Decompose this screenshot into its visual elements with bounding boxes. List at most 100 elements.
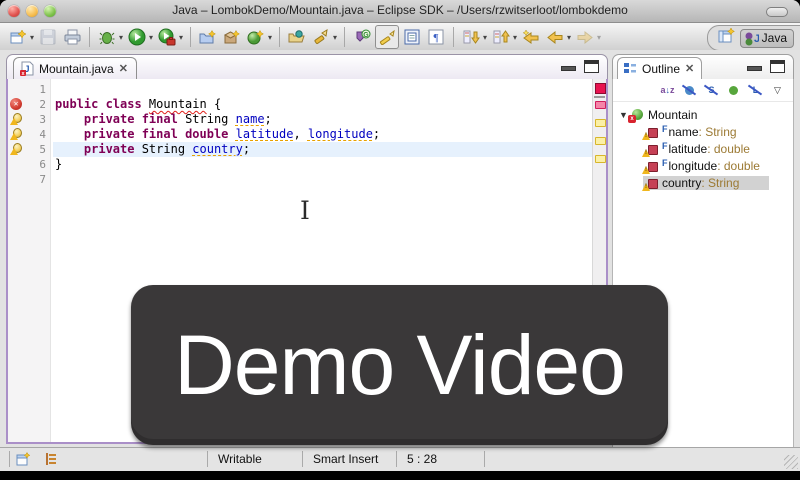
new-wizard-button[interactable]	[7, 26, 29, 48]
field-name: latitude	[669, 142, 708, 156]
sort-icon[interactable]: a↓z	[660, 83, 675, 97]
final-decorator: F	[662, 124, 668, 134]
java-file-icon: Jx	[20, 61, 34, 76]
field-type: : double	[707, 142, 750, 156]
status-bar: Writable Smart Insert 5 : 28	[0, 447, 800, 471]
code-line-4[interactable]: 4 private final double latitude, longitu…	[8, 127, 593, 142]
next-annotation-button[interactable]	[460, 26, 482, 48]
java-perspective-label: Java	[762, 31, 787, 45]
next-annotation-dropdown[interactable]: ▾	[481, 33, 489, 42]
code-line-7[interactable]: 7	[8, 172, 593, 187]
show-whitespace-button[interactable]: ¶	[425, 26, 447, 48]
show-source-button[interactable]	[401, 26, 423, 48]
run-button[interactable]	[126, 26, 148, 48]
outline-item-latitude[interactable]: Flatitude : double	[613, 140, 793, 157]
line-number: 1	[25, 82, 53, 97]
line-number: 2	[25, 97, 53, 112]
search-button[interactable]	[310, 26, 332, 48]
final-decorator: F	[662, 141, 668, 151]
line-number: 7	[25, 172, 53, 187]
final-decorator: F	[662, 158, 668, 168]
line-number: 6	[25, 157, 53, 172]
fast-view-icon[interactable]	[16, 452, 32, 466]
new-java-class-button[interactable]	[245, 26, 267, 48]
previous-annotation-button[interactable]	[490, 26, 512, 48]
hide-non-public-members-icon[interactable]	[726, 83, 741, 97]
window-resize-grip[interactable]	[784, 455, 798, 469]
editor-tab-close-icon[interactable]: ✕	[119, 62, 128, 75]
open-perspective-icon[interactable]	[718, 27, 736, 49]
outline-tab-bar: Outline ✕	[612, 54, 794, 82]
editor-tab-mountain-java[interactable]: Jx Mountain.java ✕	[13, 57, 137, 79]
private-field-icon	[643, 159, 659, 173]
save-button[interactable]	[37, 26, 59, 48]
outline-item-longitude[interactable]: Flongitude : double	[613, 157, 793, 174]
toolbar-toggle-button[interactable]	[766, 7, 788, 17]
forward-button[interactable]	[574, 26, 596, 48]
quickfix-warning-icon[interactable]	[10, 128, 22, 140]
back-dropdown[interactable]: ▾	[565, 33, 573, 42]
line-number: 5	[25, 142, 53, 157]
svg-text:J: J	[754, 33, 759, 45]
error-overview-marker[interactable]	[595, 101, 606, 109]
search-dropdown[interactable]: ▾	[331, 33, 339, 42]
line-number: 4	[25, 127, 53, 142]
print-button[interactable]	[61, 26, 83, 48]
new-java-class-dropdown[interactable]: ▾	[266, 33, 274, 42]
last-edit-location-button[interactable]	[520, 26, 542, 48]
outline-tab-label: Outline	[642, 62, 680, 76]
quickfix-warning-icon[interactable]	[10, 143, 22, 155]
warning-overview-marker[interactable]	[595, 137, 606, 145]
forward-dropdown[interactable]: ▾	[595, 33, 603, 42]
class-icon: x	[629, 108, 645, 122]
hide-static-members-icon[interactable]: S	[704, 83, 719, 97]
outline-toolbar: a↓z S L ▽	[613, 79, 793, 102]
java-perspective-button[interactable]: J Java	[740, 29, 794, 48]
open-type-button[interactable]	[286, 26, 308, 48]
warning-overview-marker[interactable]	[595, 155, 606, 163]
hide-local-types-icon[interactable]: L	[748, 83, 763, 97]
run-external-tools-button[interactable]	[156, 26, 178, 48]
field-type: : String	[699, 125, 737, 139]
outline-item-class[interactable]: ▼xMountain	[613, 106, 793, 123]
outline-minimize-button[interactable]	[747, 66, 762, 71]
overview-error-summary-icon	[595, 83, 606, 94]
run-dropdown[interactable]: ▾	[147, 33, 155, 42]
outline-tab-close-icon[interactable]: ✕	[685, 62, 694, 75]
debug-button[interactable]	[96, 26, 118, 48]
titlebar[interactable]: Java – LombokDemo/Mountain.java – Eclips…	[0, 0, 800, 23]
back-button[interactable]	[544, 26, 566, 48]
window-title: Java – LombokDemo/Mountain.java – Eclips…	[0, 3, 800, 17]
editor-minimize-button[interactable]	[561, 66, 576, 71]
editor-maximize-button[interactable]	[584, 60, 599, 73]
field-type: : double	[717, 159, 760, 173]
outline-class-label: Mountain	[648, 108, 697, 122]
outline-tab[interactable]: Outline ✕	[617, 57, 702, 79]
hide-fields-icon[interactable]	[682, 83, 697, 97]
code-line-1[interactable]: 1	[8, 82, 593, 97]
debug-dropdown[interactable]: ▾	[117, 33, 125, 42]
toggle-annotations-button[interactable]: G	[351, 26, 373, 48]
code-line-2[interactable]: ✕2public class Mountain {	[8, 97, 593, 112]
outline-item-name[interactable]: Fname : String	[613, 123, 793, 140]
field-name: name	[669, 125, 699, 139]
new-wizard-dropdown[interactable]: ▾	[28, 33, 36, 42]
previous-annotation-dropdown[interactable]: ▾	[511, 33, 519, 42]
outline-maximize-button[interactable]	[770, 60, 785, 73]
field-type: : String	[701, 176, 739, 190]
warning-overview-marker[interactable]	[595, 119, 606, 127]
error-marker-icon[interactable]: ✕	[10, 98, 22, 110]
mark-occurrences-button[interactable]	[375, 25, 399, 49]
code-line-3[interactable]: 3 private final String name;	[8, 112, 593, 127]
code-line-5[interactable]: 5 private String country;	[8, 142, 593, 157]
outline-fast-view-icon[interactable]	[44, 452, 60, 466]
new-java-package-button[interactable]	[221, 26, 243, 48]
outline-item-country[interactable]: country : String	[613, 174, 793, 191]
run-external-tools-dropdown[interactable]: ▾	[177, 33, 185, 42]
caret-position-status: 5 : 28	[407, 452, 437, 466]
quickfix-warning-icon[interactable]	[10, 113, 22, 125]
java-perspective-icon: J	[744, 31, 759, 46]
view-menu-icon[interactable]: ▽	[770, 83, 785, 97]
code-line-6[interactable]: 6}	[8, 157, 593, 172]
new-java-project-button[interactable]	[197, 26, 219, 48]
